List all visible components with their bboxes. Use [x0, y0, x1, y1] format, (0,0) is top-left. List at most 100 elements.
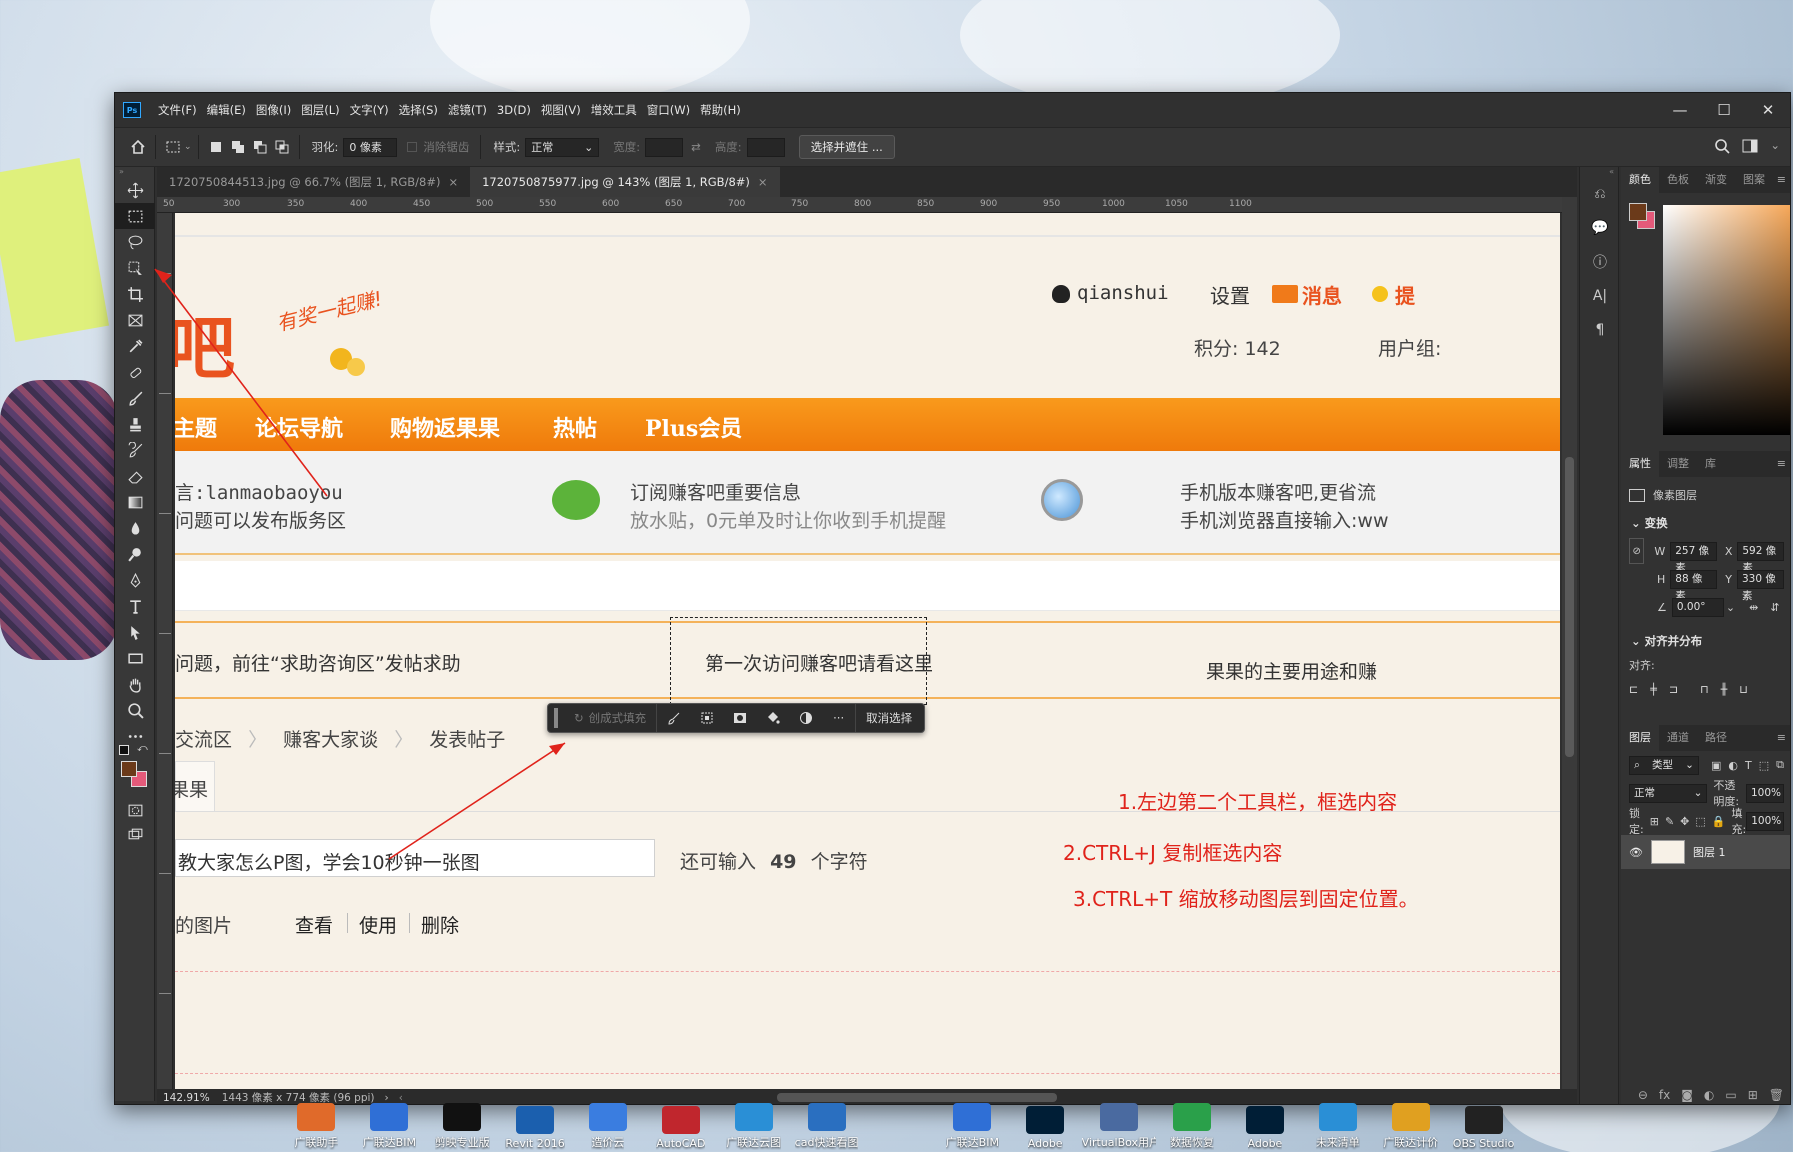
tab-libraries[interactable]: 库 — [1697, 451, 1724, 477]
desktop-shortcut[interactable]: 广联达BIM — [936, 1100, 1009, 1152]
filter-type-icon[interactable]: T — [1745, 759, 1752, 772]
filter-adjust-icon[interactable]: ◐ — [1728, 759, 1738, 772]
info-panel-icon[interactable]: ⓘ — [1580, 245, 1620, 279]
opacity-field[interactable]: 100% — [1746, 783, 1784, 803]
trash-icon[interactable]: 🗑 — [1769, 1088, 1784, 1102]
history-panel-icon[interactable]: ⎌ — [1580, 177, 1620, 211]
angle-field[interactable]: 0.00° — [1671, 597, 1724, 617]
lock-pixels-icon[interactable]: ⊞ — [1650, 815, 1659, 828]
desktop-shortcut[interactable]: 剪映专业版 — [426, 1100, 499, 1152]
desktop-shortcut[interactable]: 造价云 — [572, 1100, 645, 1152]
tab-layers[interactable]: 图层 — [1621, 725, 1659, 751]
desktop-shortcut[interactable]: 广联达计价 — [1374, 1100, 1447, 1152]
settings-link[interactable]: 设置 — [1210, 280, 1250, 309]
maximize-button[interactable]: ☐ — [1702, 93, 1746, 127]
align-bottom-icon[interactable]: ⊔ — [1739, 683, 1748, 696]
new-adjustment-icon[interactable]: ◐ — [1704, 1088, 1714, 1102]
chevron-down-icon[interactable]: ⌄ — [1770, 138, 1780, 157]
lock-position-icon[interactable]: ✥ — [1680, 815, 1689, 828]
zoom-level[interactable]: 142.91% — [157, 1092, 216, 1104]
messages-link[interactable]: 消息 — [1302, 280, 1342, 309]
layer-row[interactable]: 👁 图层 1 — [1621, 835, 1790, 869]
filter-smart-icon[interactable]: ⧉ — [1776, 758, 1784, 772]
chevron-down-icon[interactable]: ⌄ — [1726, 601, 1735, 614]
panel-menu-icon[interactable]: ≡ — [1777, 725, 1786, 751]
paragraph-panel-icon[interactable]: ¶ — [1580, 313, 1620, 347]
layer-kind-select[interactable]: ⌕ 类型 ⌄ — [1629, 755, 1699, 775]
new-layer-icon[interactable]: ⊞ — [1748, 1088, 1758, 1102]
desktop-shortcut[interactable]: 广联助手 — [280, 1100, 353, 1152]
transform-section[interactable]: ⌄ 变换 — [1621, 509, 1790, 537]
blend-mode-select[interactable]: 正常 ⌄ — [1629, 783, 1708, 803]
lock-paint-icon[interactable]: ✎ — [1665, 815, 1674, 828]
search-icon[interactable] — [1714, 138, 1730, 157]
panel-menu-icon[interactable]: ≡ — [1777, 451, 1786, 477]
filter-shape-icon[interactable]: ⬚ — [1759, 759, 1769, 772]
desktop-shortcut[interactable]: OBS Studio — [1447, 1100, 1520, 1152]
brush-icon[interactable] — [657, 704, 690, 732]
tab-paths[interactable]: 路径 — [1697, 725, 1735, 751]
foreground-color-swatch[interactable] — [1629, 203, 1647, 221]
tab-color[interactable]: 颜色 — [1621, 167, 1659, 193]
add-mask-icon[interactable]: ◙ — [1681, 1088, 1693, 1102]
tab-adjustments[interactable]: 调整 — [1659, 451, 1697, 477]
desktop-shortcut[interactable] — [863, 1100, 936, 1152]
flip-horizontal-icon[interactable]: ⇹ — [1749, 601, 1758, 614]
y-field[interactable]: 330 像素 — [1737, 569, 1784, 602]
close-button[interactable]: ✕ — [1746, 93, 1790, 127]
desktop-shortcut[interactable]: Revit 2016 — [499, 1100, 572, 1152]
minimize-button[interactable]: — — [1658, 93, 1702, 127]
drag-handle[interactable] — [554, 708, 558, 728]
deselect-button[interactable]: 取消选择 — [855, 704, 922, 732]
desktop-shortcut[interactable]: 未来清单 — [1301, 1100, 1374, 1152]
tab-swatches[interactable]: 色板 — [1659, 167, 1697, 193]
align-left-icon[interactable]: ⊏ — [1629, 683, 1638, 696]
link-icon[interactable]: ⊘ — [1629, 538, 1645, 564]
tab-patterns[interactable]: 图案 — [1735, 167, 1773, 193]
x-field[interactable]: 592 像素 — [1737, 541, 1784, 574]
notice-text[interactable]: 果果的主要用途和赚 — [1206, 657, 1377, 684]
new-group-icon[interactable]: ▭ — [1725, 1088, 1736, 1102]
transform-selection-icon[interactable] — [690, 704, 723, 732]
desktop-shortcut[interactable]: Adobe — [1229, 1100, 1302, 1152]
flip-vertical-icon[interactable]: ⇵ — [1770, 601, 1779, 614]
link-layers-icon[interactable]: ⊖ — [1638, 1088, 1648, 1102]
vertical-scrollbar[interactable] — [1562, 197, 1577, 1089]
desktop-shortcut[interactable]: VirtualBox用户 — [1082, 1100, 1156, 1152]
remind-link[interactable]: 提 — [1395, 280, 1415, 309]
comments-panel-icon[interactable]: 💬 — [1580, 211, 1620, 245]
panel-menu-icon[interactable]: ≡ — [1777, 167, 1786, 193]
mask-icon[interactable] — [723, 704, 756, 732]
h-field[interactable]: 88 像素 — [1670, 569, 1718, 602]
fx-icon[interactable]: fx — [1659, 1088, 1670, 1102]
tab-properties[interactable]: 属性 — [1621, 451, 1659, 477]
align-vcenter-icon[interactable]: ╫ — [1721, 683, 1728, 696]
eye-icon[interactable]: 👁 — [1629, 846, 1643, 859]
lock-all-icon[interactable]: 🔒 — [1712, 815, 1726, 828]
collapse-icon[interactable]: « — [1580, 167, 1618, 177]
desktop-shortcut[interactable]: 广联达云图 — [717, 1100, 790, 1152]
tab-gradients[interactable]: 渐变 — [1697, 167, 1735, 193]
filter-pixel-icon[interactable]: ▣ — [1711, 759, 1721, 772]
align-hcenter-icon[interactable]: ╪ — [1650, 683, 1657, 696]
scrollbar-thumb[interactable] — [1565, 457, 1574, 757]
w-field[interactable]: 257 像素 — [1670, 541, 1717, 574]
generative-fill-button[interactable]: ↻ 创成式填充 — [564, 704, 658, 732]
align-right-icon[interactable]: ⊐ — [1669, 683, 1678, 696]
character-panel-icon[interactable]: A| — [1580, 279, 1620, 313]
layer-name[interactable]: 图层 1 — [1693, 844, 1726, 860]
desktop-shortcut[interactable]: Adobe — [1009, 1100, 1082, 1152]
align-top-icon[interactable]: ⊓ — [1700, 683, 1709, 696]
desktop-shortcut[interactable]: AutoCAD — [644, 1100, 717, 1152]
tab-channels[interactable]: 通道 — [1659, 725, 1697, 751]
desktop-shortcut[interactable]: cad快速看图 — [790, 1100, 863, 1152]
desktop-shortcut[interactable]: 数据恢复 — [1156, 1100, 1229, 1152]
fill-bucket-icon[interactable] — [756, 704, 789, 732]
lock-artboard-icon[interactable]: ⬚ — [1695, 815, 1705, 828]
more-options-icon[interactable]: ··· — [822, 704, 855, 732]
color-field[interactable] — [1663, 205, 1790, 435]
align-section[interactable]: ⌄ 对齐并分布 — [1621, 627, 1790, 655]
fill-field[interactable]: 100% — [1746, 811, 1785, 831]
workspace-icon[interactable] — [1742, 138, 1758, 157]
adjustment-icon[interactable] — [789, 704, 822, 732]
